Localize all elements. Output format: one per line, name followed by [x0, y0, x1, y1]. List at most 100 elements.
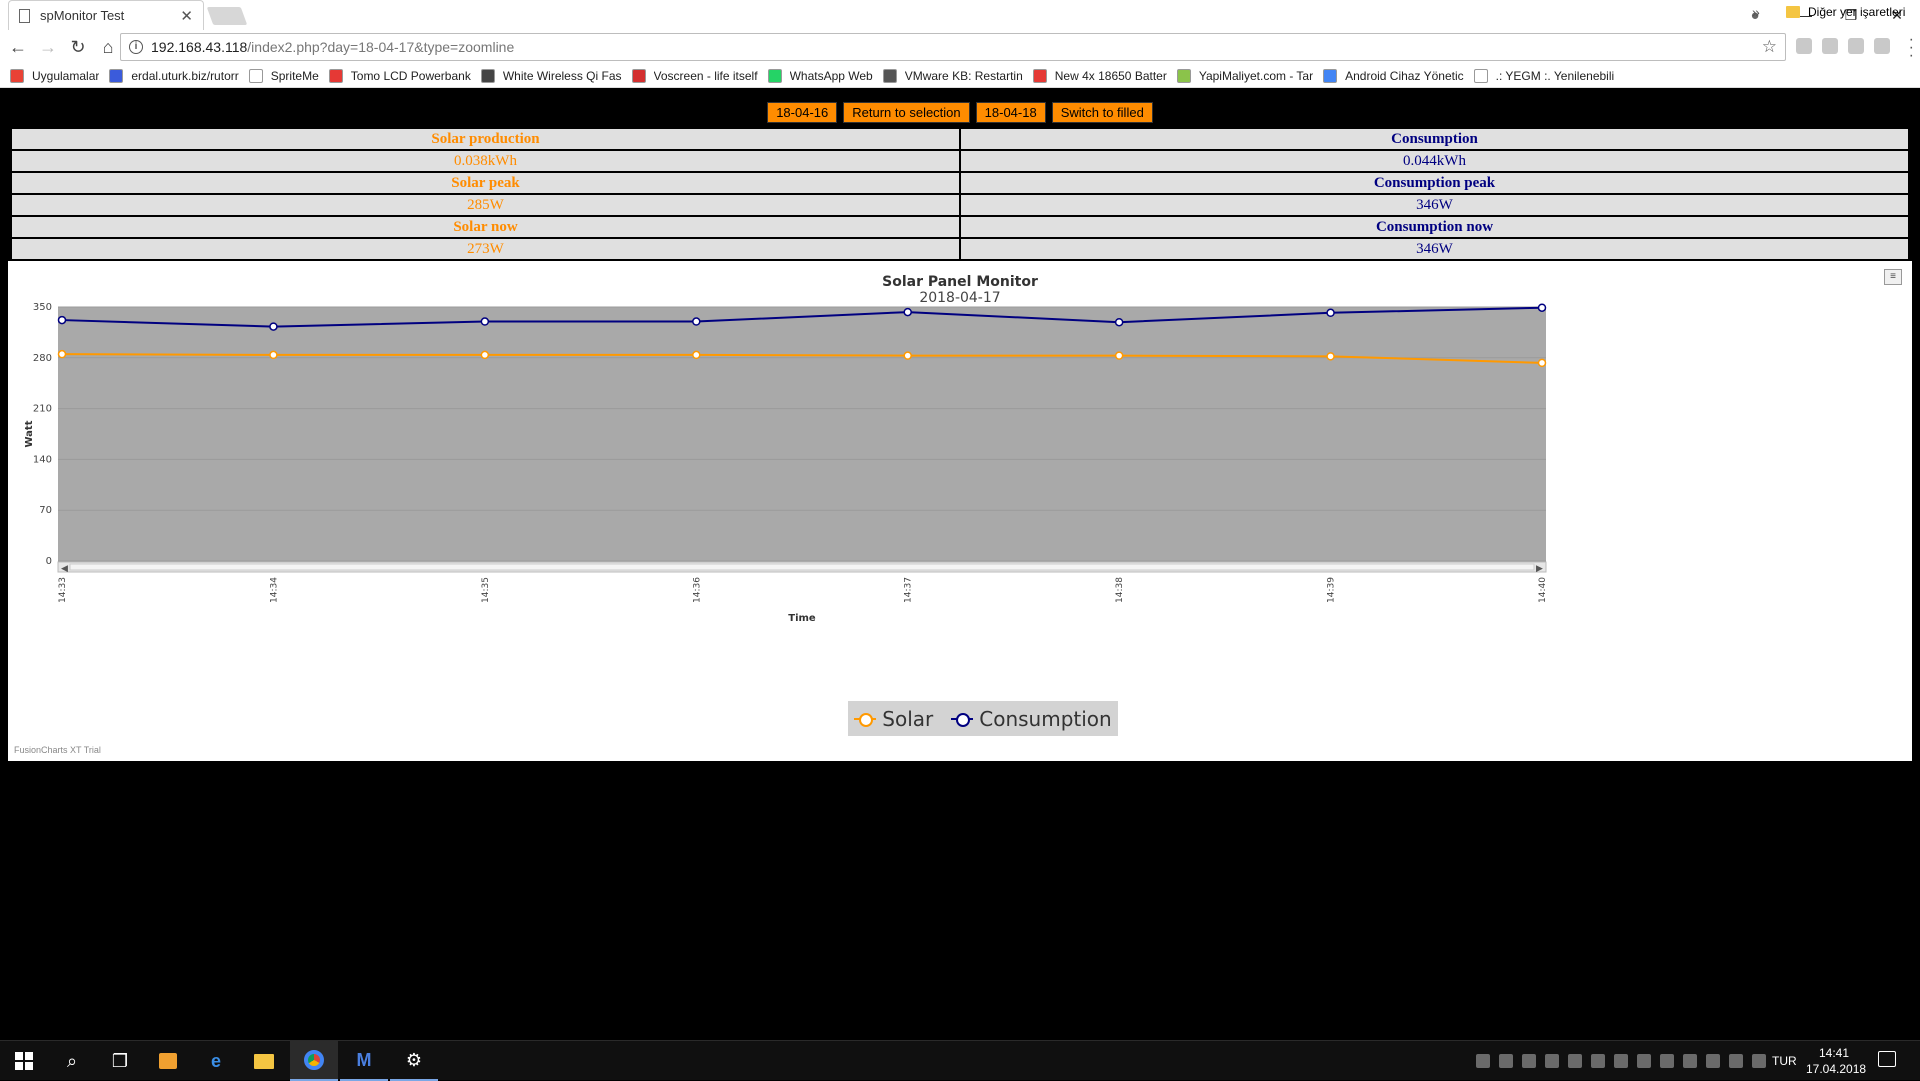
home-button[interactable]: ⌂ [96, 37, 120, 58]
data-point-consumption [480, 317, 490, 326]
bookmark-favicon-icon [109, 68, 124, 83]
bookmark-item[interactable]: White Wireless Qi Fas [480, 68, 622, 83]
chrome-icon[interactable] [290, 1041, 338, 1081]
consumption-now-label: Consumption now [959, 215, 1910, 239]
bookmark-item[interactable]: WhatsApp Web [767, 68, 873, 83]
x-tick-label: 14:37 [904, 577, 914, 603]
info-icon[interactable]: i [129, 40, 143, 54]
bookmark-item[interactable]: Uygulamalar [10, 68, 100, 83]
folder-icon [1786, 6, 1800, 18]
extension-icon[interactable] [1874, 38, 1890, 54]
tray-icon[interactable] [1706, 1054, 1720, 1068]
data-point-solar [57, 349, 67, 359]
bookmark-item[interactable]: SpriteMe [248, 68, 319, 83]
data-point-solar [269, 350, 278, 360]
bookmark-label: White Wireless Qi Fas [502, 68, 622, 83]
plot-area [58, 307, 1546, 561]
back-button[interactable]: ← [6, 37, 30, 58]
clock[interactable]: 14:41 17.04.2018 [1806, 1045, 1866, 1077]
y-tick-label: 0 [46, 556, 52, 567]
bookmark-item[interactable]: Android Cihaz Yönetic [1323, 68, 1464, 83]
extension-icon[interactable] [1848, 38, 1864, 54]
task-view-icon[interactable]: ❐ [96, 1041, 144, 1081]
more-bookmarks-icon[interactable]: » [1752, 4, 1760, 20]
bookmark-favicon-icon [1176, 68, 1191, 83]
y-tick-label: 350 [33, 302, 52, 313]
data-point-solar [692, 350, 701, 360]
file-explorer-icon[interactable] [240, 1041, 288, 1081]
clock-time: 14:41 [1818, 1046, 1850, 1060]
switch-to-filled-button[interactable]: Switch to filled [1051, 102, 1153, 123]
bookmark-item[interactable]: New 4x 18650 Batter [1032, 68, 1167, 83]
other-bookmarks[interactable]: Diğer yer işaretleri [1786, 0, 1905, 24]
bookmark-favicon-icon [767, 68, 782, 83]
data-point-consumption [1537, 303, 1547, 312]
bookmark-item[interactable]: VMware KB: Restartin [882, 68, 1023, 83]
tray-icon[interactable] [1591, 1054, 1605, 1068]
prev-day-button[interactable]: 18-04-16 [767, 102, 838, 123]
network-icon[interactable] [1752, 1054, 1766, 1068]
scrollbar-thumb [69, 563, 1535, 571]
tray-icon[interactable] [1476, 1054, 1490, 1068]
tray-icon[interactable] [1683, 1054, 1697, 1068]
tray-icon[interactable] [1637, 1054, 1651, 1068]
tray-icon[interactable] [1499, 1054, 1513, 1068]
bookmark-label: Uygulamalar [32, 68, 100, 83]
notification-icon[interactable] [1878, 1051, 1896, 1067]
tray-icon[interactable] [1522, 1054, 1536, 1068]
bookmark-label: Tomo LCD Powerbank [350, 68, 471, 83]
x-tick-label: 14:38 [1115, 577, 1125, 603]
consumption-label: Consumption [959, 127, 1910, 151]
close-tab-icon[interactable]: ✕ [180, 7, 193, 25]
browser-tab[interactable]: spMonitor Test ✕ [8, 0, 204, 30]
data-point-solar [480, 350, 490, 360]
y-axis-title: Watt [24, 420, 35, 447]
bookmark-label: YapiMaliyet.com - Tar [1198, 68, 1314, 83]
volume-icon[interactable] [1568, 1054, 1582, 1068]
bookmarks-bar: Uygulamalar erdal.uturk.biz/rutorr SpriteM… [0, 64, 1920, 88]
legend-item-consumption[interactable]: Consumption [951, 707, 1112, 731]
x-tick-label: 14:36 [692, 577, 702, 603]
extension-icon[interactable] [1796, 38, 1812, 54]
media-player-icon[interactable] [144, 1041, 192, 1081]
new-tab-button[interactable] [206, 7, 248, 25]
bookmark-item[interactable]: erdal.uturk.biz/rutorr [109, 68, 239, 83]
settings-gear-icon[interactable]: ⚙ [390, 1041, 438, 1081]
bookmark-label: VMware KB: Restartin [904, 68, 1023, 83]
x-tick-label: 14:33 [58, 577, 68, 603]
next-day-button[interactable]: 18-04-18 [975, 102, 1046, 123]
browser-menu-icon[interactable]: · · · [1909, 32, 1914, 64]
reload-button[interactable]: ↻ [66, 37, 90, 58]
return-to-selection-button[interactable]: Return to selection [843, 102, 970, 123]
tray-icon[interactable] [1614, 1054, 1628, 1068]
page-content: 18-04-16 Return to selection 18-04-18 Sw… [0, 89, 1920, 1039]
cloud-icon[interactable] [1660, 1054, 1674, 1068]
start-button[interactable] [0, 1041, 48, 1081]
consumption-value: 0.044kWh [959, 149, 1910, 173]
tray-icon[interactable] [1729, 1054, 1743, 1068]
windows-icon [15, 1052, 33, 1070]
bookmark-label: WhatsApp Web [789, 68, 873, 83]
data-point-solar [903, 351, 912, 360]
bookmark-star-icon[interactable]: ☆ [1762, 37, 1777, 57]
solar-now-value: 273W [10, 237, 961, 261]
address-bar[interactable]: i 192.168.43.118/index2.php?day=18-04-17… [120, 33, 1786, 61]
solar-now-label: Solar now [10, 215, 961, 239]
edge-icon[interactable]: e [192, 1041, 240, 1081]
bookmark-favicon-icon [248, 68, 263, 83]
extension-icon[interactable] [1822, 38, 1838, 54]
bookmark-item[interactable]: Voscreen - life itself [631, 68, 758, 83]
bookmark-item[interactable]: Tomo LCD Powerbank [328, 68, 471, 83]
data-point-consumption [1326, 308, 1335, 318]
forward-button[interactable]: → [36, 37, 60, 58]
malwarebytes-icon[interactable]: M [340, 1041, 388, 1081]
search-icon[interactable]: ⌕ [48, 1041, 96, 1081]
legend-marker-icon [854, 712, 877, 727]
bookmark-item[interactable]: YapiMaliyet.com - Tar [1176, 68, 1314, 83]
tray-icon[interactable] [1545, 1054, 1559, 1068]
bookmark-item[interactable]: .: YEGM :. Yenilenebili [1473, 68, 1614, 83]
scroll-right-icon: ▶ [1536, 563, 1543, 573]
legend-item-solar[interactable]: Solar [854, 707, 933, 731]
language-indicator[interactable]: TUR [1772, 1054, 1797, 1068]
browser-titlebar: spMonitor Test ✕ ● — ❐ ✕ [0, 0, 1920, 30]
